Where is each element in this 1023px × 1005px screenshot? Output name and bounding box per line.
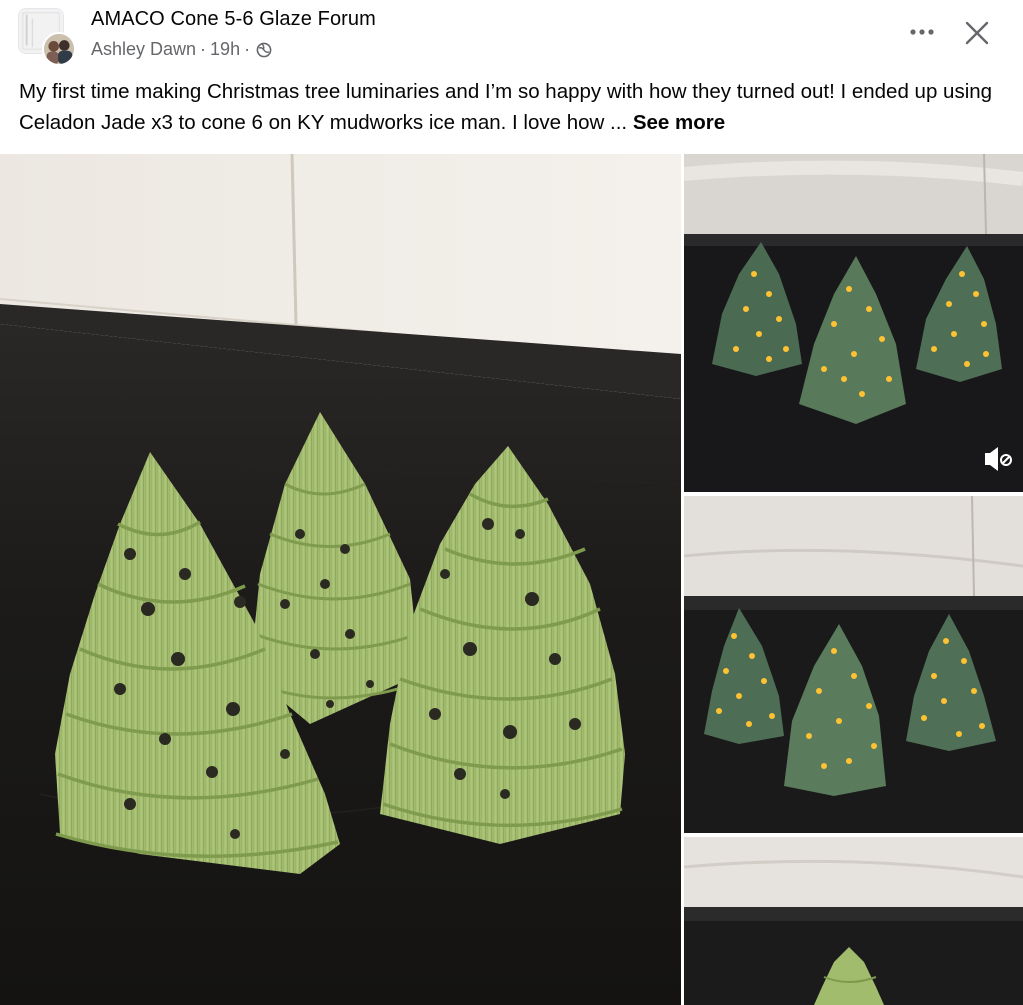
group-name-link[interactable]: AMACO Cone 5-6 Glaze Forum — [91, 8, 376, 31]
meta-separator: · — [200, 39, 207, 59]
post-meta: Ashley Dawn · 19h · — [91, 39, 272, 60]
meta-separator: · — [244, 39, 251, 59]
main-photo[interactable] — [0, 154, 681, 1005]
user-avatar[interactable] — [42, 32, 76, 66]
globe-icon[interactable] — [256, 42, 272, 58]
facebook-post: AMACO Cone 5-6 Glaze Forum Ashley Dawn ·… — [0, 0, 1023, 1005]
volume-muted-icon[interactable] — [981, 442, 1015, 476]
gallery-photo[interactable] — [684, 496, 1023, 833]
gallery-photo[interactable] — [684, 837, 1023, 1005]
author-name-link[interactable]: Ashley Dawn — [91, 39, 196, 60]
post-message-text: My first time making Christmas tree lumi… — [19, 80, 993, 134]
post-message: My first time making Christmas tree lumi… — [19, 77, 1014, 138]
gallery-photo[interactable] — [684, 154, 1023, 492]
more-horizontal-icon[interactable] — [905, 20, 939, 44]
close-icon[interactable] — [962, 18, 992, 48]
timestamp-link[interactable]: 19h — [210, 39, 240, 60]
see-more-link[interactable]: See more — [633, 111, 725, 134]
